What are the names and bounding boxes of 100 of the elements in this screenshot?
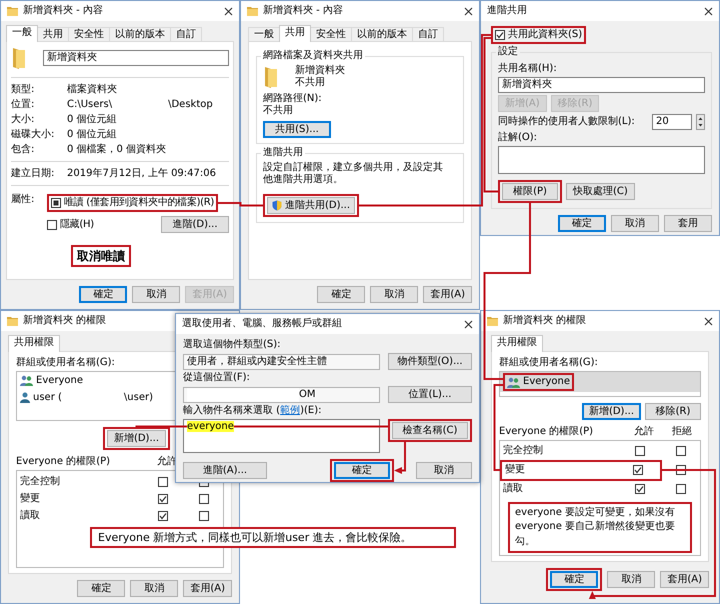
ok-button[interactable]: 確定	[77, 580, 126, 597]
field-value: 0 個位元組	[67, 128, 117, 140]
checkbox[interactable]	[47, 220, 57, 230]
window-title: 選取使用者、電腦、服務帳戶或群組	[182, 318, 342, 330]
permission-name: 完全控制	[20, 476, 61, 488]
close-icon[interactable]	[704, 6, 713, 16]
user-limit-field[interactable]: 20	[652, 114, 692, 130]
ok-button[interactable]: 確定	[334, 462, 390, 479]
permission-name: 讀取	[503, 483, 524, 495]
caching-button[interactable]: 快取處理(C)	[566, 183, 635, 200]
item-label: Everyone	[523, 376, 570, 388]
names-field[interactable]: everyone	[183, 419, 380, 453]
checkbox[interactable]	[633, 465, 643, 475]
checkbox-label: 共用此資料夾(S)	[508, 29, 582, 41]
field-value: C:\Users\	[67, 98, 112, 110]
annotation-note: everyone 要設定可變更，如果沒有everyone 要自己新增然後變更也要勾。	[508, 502, 692, 553]
field-label: 輸入物件名稱來選取 (範例)(E):	[183, 405, 322, 417]
checkbox[interactable]	[51, 198, 61, 208]
tab[interactable]: 一般	[248, 27, 280, 42]
permission-name: 變更	[20, 492, 41, 504]
comment-field[interactable]	[498, 146, 705, 174]
checkbox[interactable]	[158, 476, 168, 486]
apply-button[interactable]: 套用(A)	[423, 286, 472, 303]
cancel-button[interactable]: 取消	[132, 286, 180, 303]
tab[interactable]: 共用權限	[491, 335, 543, 352]
apply-button[interactable]: 套用(A)	[183, 580, 232, 597]
cancel-button[interactable]: 取消	[370, 286, 418, 303]
window-title: 新增資料夾 - 內容	[23, 5, 103, 17]
ok-button[interactable]: 確定	[79, 286, 128, 303]
field-value: 0 個檔案，0 個資料夾	[67, 144, 166, 156]
tab[interactable]: 自訂	[412, 27, 444, 42]
cancel-button[interactable]: 取消	[416, 462, 472, 479]
example-link[interactable]: 範例	[280, 405, 300, 416]
advanced-button[interactable]: 進階(A)...	[183, 462, 267, 479]
share-name-field[interactable]: 新增資料夾	[498, 77, 705, 93]
cancel-button[interactable]: 取消	[130, 580, 178, 597]
field-label: 選取這個物件類型(S):	[183, 339, 281, 351]
folder-icon	[7, 6, 18, 16]
object-type-field: 使用者，群組或內建安全性主體	[183, 354, 380, 370]
checkbox[interactable]	[199, 494, 209, 504]
remove-button[interactable]: 移除(R)	[645, 402, 701, 420]
item-label: \user)	[124, 392, 153, 404]
folder-icon	[263, 66, 279, 88]
close-icon[interactable]	[224, 6, 233, 16]
field-label: 屬性:	[11, 194, 36, 207]
folder-icon	[487, 316, 498, 326]
spin-button[interactable]	[696, 114, 705, 130]
close-icon[interactable]	[464, 320, 473, 328]
add-button[interactable]: 新增(D)...	[106, 430, 166, 447]
share-button[interactable]: 共用(S)...	[263, 121, 331, 138]
window-title: 新增資料夾 - 內容	[263, 5, 343, 17]
cancel-button[interactable]: 取消	[611, 215, 659, 232]
tab[interactable]: 自訂	[170, 27, 202, 42]
apply-button[interactable]: 套用	[664, 215, 712, 232]
item-label: user (	[33, 392, 62, 404]
field-label: 群組或使用者名稱(G):	[499, 357, 598, 369]
users-icon	[507, 376, 520, 388]
folder-icon	[11, 47, 27, 69]
checkbox[interactable]	[635, 484, 645, 494]
field-label: 群組或使用者名稱(G):	[16, 357, 115, 369]
column-header: 允許	[633, 426, 655, 438]
add-button[interactable]: 新增(D)...	[582, 402, 641, 420]
advanced-sharing-button[interactable]: 進階共用(D)...	[267, 197, 355, 214]
field-label: 磁碟大小:	[11, 128, 56, 140]
check-names-button[interactable]: 檢查名稱(C)	[392, 422, 468, 439]
field-label: 同時操作的使用者人數限制(L):	[498, 116, 636, 128]
tab[interactable]: 共用權限	[8, 335, 60, 352]
advanced-button[interactable]: 進階(D)...	[161, 216, 229, 233]
cancel-button[interactable]: 取消	[607, 571, 656, 588]
name-field[interactable]: 新增資料夾	[43, 50, 229, 66]
checkbox[interactable]	[199, 510, 209, 520]
permission-name: 讀取	[20, 510, 41, 522]
field-value: 2019年7月12日, 上午 09:47:06	[67, 168, 216, 180]
permissions-button[interactable]: 權限(P)	[502, 183, 558, 200]
close-icon[interactable]	[464, 6, 473, 16]
checkbox[interactable]	[635, 446, 645, 456]
object-types-button[interactable]: 物件類型(O)...	[388, 353, 472, 370]
field-value: \Desktop	[168, 98, 213, 110]
ok-button[interactable]: 確定	[550, 571, 598, 588]
field-label: 網路路徑(N):	[263, 93, 322, 104]
checkbox[interactable]	[676, 484, 686, 494]
annotation-note: 取消唯讀	[71, 245, 131, 268]
field-label: 類型:	[11, 84, 36, 96]
apply-button[interactable]: 套用(A)	[660, 571, 709, 588]
close-icon[interactable]	[704, 316, 713, 326]
ok-button[interactable]: 確定	[558, 215, 606, 232]
locations-button[interactable]: 位置(L)...	[388, 386, 472, 403]
checkbox[interactable]	[158, 494, 168, 504]
field-value: 不共用	[263, 105, 293, 117]
checkbox[interactable]	[495, 30, 505, 40]
ok-button[interactable]: 確定	[317, 286, 366, 303]
list-item[interactable]: Everyone	[500, 372, 700, 392]
checkbox[interactable]	[676, 446, 686, 456]
tab[interactable]: 一般	[6, 25, 38, 42]
field-label: 建立日期:	[11, 168, 56, 180]
field-label: 註解(O):	[498, 132, 538, 144]
permission-name: 變更	[505, 464, 526, 476]
tab[interactable]: 共用	[279, 25, 311, 42]
checkbox[interactable]	[158, 510, 168, 520]
group-title: 設定	[496, 46, 520, 58]
